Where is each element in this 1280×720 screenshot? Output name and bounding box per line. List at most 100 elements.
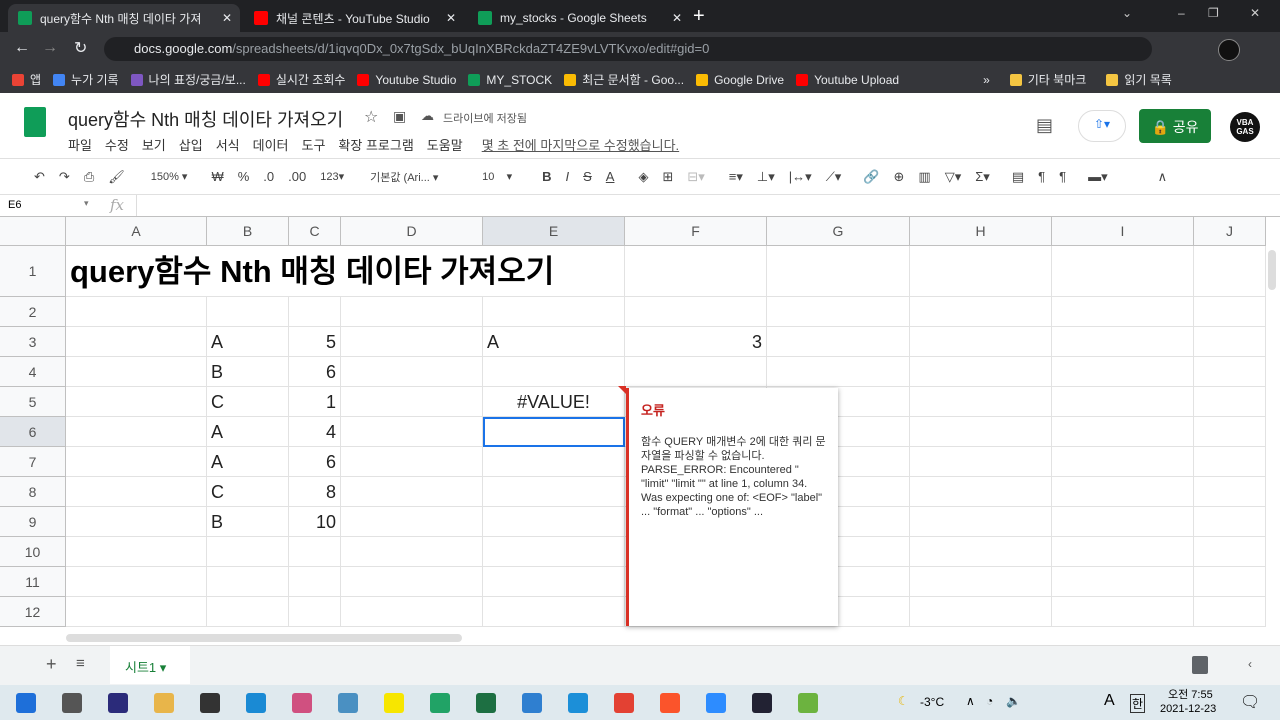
cell-I6[interactable]: [1052, 417, 1194, 447]
cell-I5[interactable]: [1052, 387, 1194, 417]
cell-H2[interactable]: [910, 297, 1052, 327]
zoom-select[interactable]: 150% ▾: [151, 170, 188, 183]
forward-icon[interactable]: →: [42, 39, 58, 57]
bookmark-item[interactable]: 나의 표정/궁금/보...: [130, 71, 246, 88]
cell-H3[interactable]: [910, 327, 1052, 357]
column-header-J[interactable]: J: [1194, 217, 1266, 246]
menu-7[interactable]: 확장 프로그램: [338, 135, 413, 154]
more-formats-button[interactable]: 123▾: [320, 170, 344, 183]
star-icon[interactable]: ☆: [364, 107, 378, 127]
cell-G3[interactable]: [767, 327, 910, 357]
rotate-icon[interactable]: ⟋▾: [826, 169, 842, 185]
cell-G1[interactable]: [767, 246, 910, 297]
cell-B3[interactable]: A: [207, 327, 289, 357]
cell-J11[interactable]: [1194, 567, 1266, 597]
column-header-A[interactable]: A: [66, 217, 207, 246]
taskbar-app-icon[interactable]: [752, 692, 772, 713]
valign-icon[interactable]: ⊥▾: [757, 169, 775, 185]
cell-H10[interactable]: [910, 537, 1052, 567]
bookmark-folder[interactable]: 읽기 목록: [1106, 71, 1172, 88]
cell-H9[interactable]: [910, 507, 1052, 537]
cell-C11[interactable]: [289, 567, 341, 597]
ltr-icon[interactable]: ¶: [1038, 169, 1045, 184]
taskbar-app-icon[interactable]: [476, 692, 496, 713]
cell-J8[interactable]: [1194, 477, 1266, 507]
cell-G2[interactable]: [767, 297, 910, 327]
cell-I11[interactable]: [1052, 567, 1194, 597]
column-header-G[interactable]: G: [767, 217, 910, 246]
select-all-corner[interactable]: [0, 217, 66, 246]
cell-E8[interactable]: [483, 477, 625, 507]
cell-J4[interactable]: [1194, 357, 1266, 387]
taskbar-app-icon[interactable]: [384, 692, 404, 713]
bookmark-item[interactable]: Google Drive: [696, 73, 784, 87]
collapse-toolbar-icon[interactable]: ∧: [1158, 169, 1168, 185]
taskbar-app-icon[interactable]: [292, 692, 312, 713]
cell-A6[interactable]: [66, 417, 207, 447]
cell-E3[interactable]: A: [483, 327, 625, 357]
merge-icon[interactable]: ⊟▾: [687, 169, 704, 185]
filter-icon[interactable]: ▽▾: [945, 169, 962, 185]
strikethrough-button[interactable]: S: [583, 169, 592, 184]
share-button[interactable]: 🔒 공유: [1139, 109, 1211, 143]
account-avatar[interactable]: VBA GAS: [1230, 112, 1260, 142]
row-header-8[interactable]: 8: [0, 477, 66, 507]
functions-icon[interactable]: Σ▾: [975, 169, 990, 185]
taskbar-app-icon[interactable]: [798, 692, 818, 713]
taskbar-app-icon[interactable]: [246, 692, 266, 713]
cell-J9[interactable]: [1194, 507, 1266, 537]
back-icon[interactable]: ←: [14, 39, 30, 57]
cell-E6[interactable]: [483, 417, 625, 447]
undo-icon[interactable]: ↶: [34, 169, 45, 185]
menu-4[interactable]: 서식: [216, 135, 240, 154]
cell-F4[interactable]: [625, 357, 767, 387]
currency-button[interactable]: ₩: [211, 169, 223, 184]
bookmark-item[interactable]: 최근 문서함 - Goo...: [564, 71, 684, 88]
cell-D10[interactable]: [341, 537, 483, 567]
cell-G4[interactable]: [767, 357, 910, 387]
cell-C6[interactable]: 4: [289, 417, 341, 447]
cell-C5[interactable]: 1: [289, 387, 341, 417]
cell-H1[interactable]: [910, 246, 1052, 297]
cell-H6[interactable]: [910, 417, 1052, 447]
cell-A12[interactable]: [66, 597, 207, 627]
taskbar-app-icon[interactable]: [614, 692, 634, 713]
bold-button[interactable]: B: [542, 169, 551, 184]
explore-icon[interactable]: [1192, 656, 1208, 674]
row-header-7[interactable]: 7: [0, 447, 66, 477]
cell-A11[interactable]: [66, 567, 207, 597]
bookmark-item[interactable]: MY_STOCK: [468, 73, 552, 87]
cell-E4[interactable]: [483, 357, 625, 387]
link-icon[interactable]: 🔗: [863, 169, 879, 185]
formula-input[interactable]: [136, 195, 1276, 216]
bookmark-item[interactable]: 누가 기록: [53, 71, 119, 88]
column-header-F[interactable]: F: [625, 217, 767, 246]
cell-C4[interactable]: 6: [289, 357, 341, 387]
cell-A2[interactable]: [66, 297, 207, 327]
name-box[interactable]: E6: [8, 199, 21, 211]
cell-J6[interactable]: [1194, 417, 1266, 447]
cell-D3[interactable]: [341, 327, 483, 357]
cell-H11[interactable]: [910, 567, 1052, 597]
taskbar-app-icon[interactable]: [522, 692, 542, 713]
column-header-B[interactable]: B: [207, 217, 289, 246]
cell-I8[interactable]: [1052, 477, 1194, 507]
input-tools-icon[interactable]: ▬▾: [1088, 169, 1108, 185]
italic-button[interactable]: I: [566, 169, 570, 184]
cell-E7[interactable]: [483, 447, 625, 477]
taskbar-app-icon[interactable]: [16, 692, 36, 713]
wrap-icon[interactable]: |↔▾: [789, 169, 812, 185]
cell-B9[interactable]: B: [207, 507, 289, 537]
clock-time[interactable]: 오전 7:55: [1168, 686, 1213, 702]
cell-B12[interactable]: [207, 597, 289, 627]
cell-B11[interactable]: [207, 567, 289, 597]
ime-indicator[interactable]: 한: [1130, 694, 1146, 713]
cell-B5[interactable]: C: [207, 387, 289, 417]
cell-A9[interactable]: [66, 507, 207, 537]
row-header-9[interactable]: 9: [0, 507, 66, 537]
cell-A4[interactable]: [66, 357, 207, 387]
menu-5[interactable]: 데이터: [253, 135, 289, 154]
cell-B4[interactable]: B: [207, 357, 289, 387]
cell-H5[interactable]: [910, 387, 1052, 417]
cell-F1[interactable]: [625, 246, 767, 297]
